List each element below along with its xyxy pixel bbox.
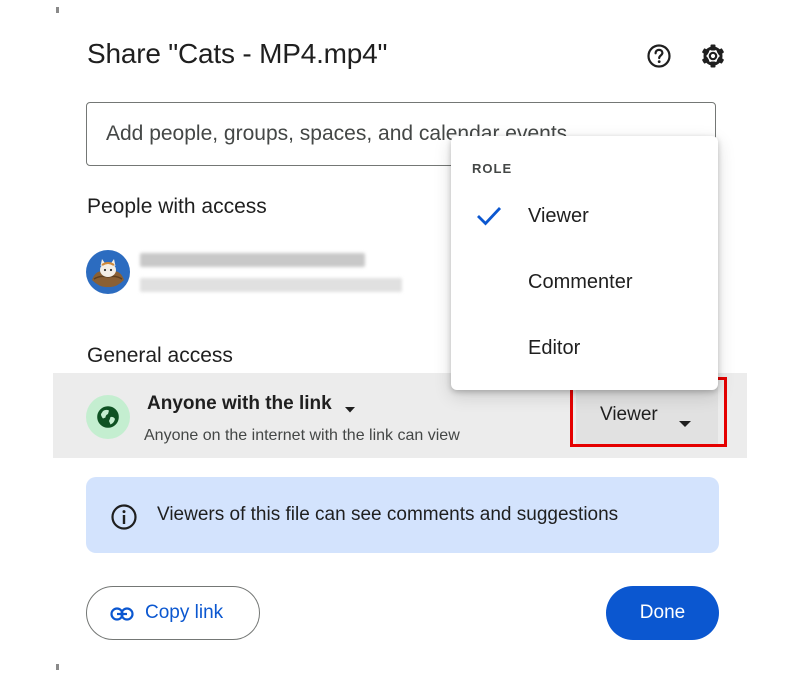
link-scope-dropdown[interactable]: Anyone with the link	[147, 393, 332, 415]
general-access-heading: General access	[87, 344, 233, 367]
checkmark-icon	[475, 204, 503, 233]
dialog-corner-mark	[56, 664, 59, 670]
role-option-label: Editor	[528, 337, 581, 359]
help-icon[interactable]	[646, 43, 672, 69]
info-icon	[110, 503, 138, 536]
role-option-viewer[interactable]: Viewer	[451, 192, 718, 242]
role-option-editor[interactable]: Editor	[451, 324, 718, 374]
copy-link-button[interactable]: Copy link	[86, 586, 260, 640]
role-option-label: Viewer	[528, 205, 589, 227]
link-icon	[110, 603, 134, 630]
role-option-commenter[interactable]: Commenter	[451, 258, 718, 308]
cat-avatar-icon	[86, 250, 130, 294]
gear-icon[interactable]	[700, 43, 726, 69]
copy-link-label: Copy link	[145, 602, 224, 623]
people-with-access-heading: People with access	[87, 195, 267, 218]
role-menu-heading: ROLE	[472, 161, 513, 176]
redacted-email	[140, 278, 402, 292]
redacted-name	[140, 253, 365, 267]
chevron-down-icon[interactable]	[344, 401, 356, 419]
role-option-label: Commenter	[528, 271, 633, 293]
role-menu: ROLE Viewer Commenter Editor	[451, 136, 718, 390]
dialog-corner-mark	[56, 7, 59, 13]
globe-icon	[86, 395, 130, 439]
dialog-title: Share "Cats - MP4.mp4"	[87, 38, 388, 69]
done-button[interactable]: Done	[606, 586, 719, 640]
info-banner-text: Viewers of this file can see comments an…	[157, 504, 619, 525]
access-description: Anyone on the internet with the link can…	[144, 427, 460, 444]
